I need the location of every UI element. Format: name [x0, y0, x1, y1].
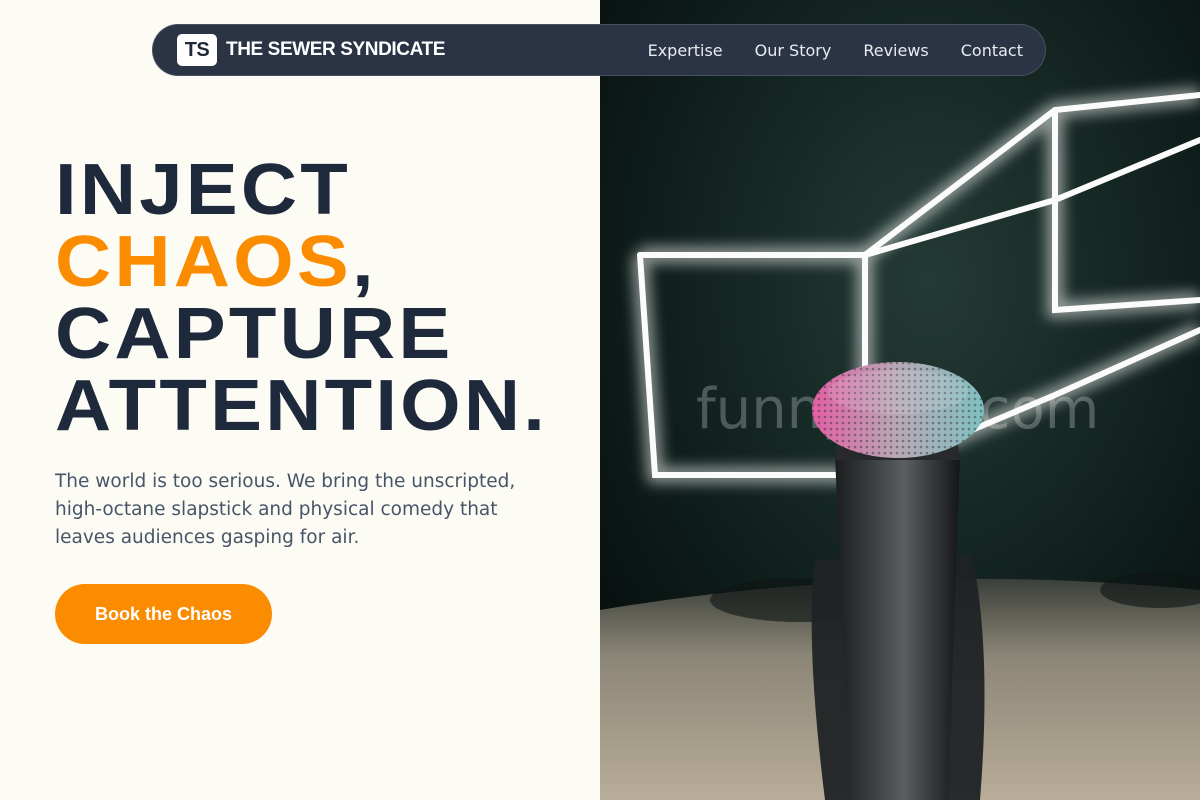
headline-line-2: CHAOS,: [55, 226, 548, 298]
headline-comma: ,: [352, 222, 377, 302]
headline-line-1: INJECT: [55, 150, 351, 230]
brand-logo[interactable]: TS THE SEWER SYNDICATE: [177, 34, 445, 66]
headline-line-4: ATTENTION.: [55, 366, 549, 446]
hero-headline: INJECT CHAOS, CAPTURE ATTENTION.: [55, 154, 548, 442]
logo-badge: TS: [177, 34, 217, 66]
hero-subcopy: The world is too serious. We bring the u…: [55, 471, 516, 548]
nav-links: Expertise Our Story Reviews Contact: [648, 41, 1023, 60]
book-the-chaos-button[interactable]: Book the Chaos: [55, 584, 272, 644]
nav-link-contact[interactable]: Contact: [961, 41, 1023, 60]
brand-name: THE SEWER SYNDICATE: [226, 39, 446, 60]
hero-image: funnyhub.com SHURE: [600, 0, 1200, 800]
microphone: SHURE: [811, 362, 985, 800]
headline-accent-word: CHAOS: [55, 222, 353, 302]
nav-link-our-story[interactable]: Our Story: [755, 41, 832, 60]
top-navbar: TS THE SEWER SYNDICATE Expertise Our Sto…: [152, 24, 1046, 76]
nav-link-reviews[interactable]: Reviews: [863, 41, 928, 60]
headline-line-3: CAPTURE: [55, 294, 454, 374]
nav-link-expertise[interactable]: Expertise: [648, 41, 723, 60]
